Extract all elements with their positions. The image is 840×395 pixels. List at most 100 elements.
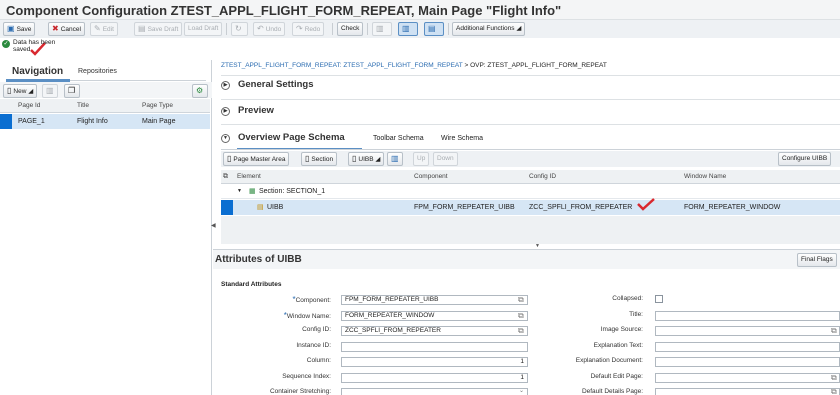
- table-row[interactable]: ▼ ▦ Section: SECTION_1: [221, 184, 840, 199]
- new-page-icon: ▯: [7, 86, 12, 95]
- column-header-element[interactable]: Element: [237, 173, 261, 180]
- default-edit-page-label: Default Edit Page:: [590, 373, 643, 380]
- section-icon: ▦: [249, 188, 256, 195]
- save-button[interactable]: ▣ Save: [3, 22, 36, 36]
- pencil-icon: ✎: [94, 24, 101, 33]
- toolbar-separator: [448, 23, 449, 35]
- content-area: ZTEST_APPL_FLIGHT_FORM_REPEAT: ZTEST_APP…: [213, 60, 840, 395]
- container-stretching-select[interactable]: [341, 388, 528, 395]
- split-view-button[interactable]: ▥: [398, 22, 418, 36]
- row-selector[interactable]: [221, 200, 233, 215]
- settings-icon: ⚙: [196, 86, 204, 95]
- draft-icon: ▤: [138, 24, 146, 33]
- sequence-index-field[interactable]: 1: [341, 373, 528, 383]
- toolbar-separator: [332, 23, 333, 35]
- schema-table-header: ⧉ Element Component Config ID Window Nam…: [221, 170, 840, 184]
- copy-icon: ❐: [68, 86, 76, 95]
- tab-wire-schema[interactable]: Wire Schema: [441, 135, 483, 142]
- move-down-button[interactable]: Down: [433, 152, 458, 166]
- message-text: Data has been saved: [13, 39, 56, 53]
- breadcrumb-link[interactable]: ZTEST_APPL_FLIGHT_FORM_REPEAT: ZTEST_APP…: [221, 62, 463, 69]
- configure-uibb-button[interactable]: Configure UIBB: [778, 152, 832, 166]
- uibb-icon: ▯: [352, 154, 357, 163]
- config-id-label: Config ID:: [302, 326, 331, 333]
- layout-icon: ▥: [376, 24, 384, 33]
- column-header-page-id[interactable]: Page Id: [18, 102, 40, 109]
- value-help-icon[interactable]: ⧉: [831, 373, 837, 383]
- delete-button[interactable]: ▥: [42, 84, 58, 98]
- page-master-area-button[interactable]: ▯ Page Master Area: [223, 152, 290, 166]
- delete-element-button[interactable]: ▥: [387, 152, 403, 166]
- component-field[interactable]: FPM_FORM_REPEATER_UIBB: [341, 295, 528, 305]
- new-button[interactable]: ▯ New ◢: [3, 84, 38, 98]
- image-source-field[interactable]: [655, 326, 840, 336]
- redo-button[interactable]: ↷ Redo: [292, 22, 325, 36]
- table-row[interactable]: PAGE_1 Flight Info Main Page: [0, 114, 210, 129]
- redo-icon: ↷: [296, 24, 303, 33]
- add-section-button[interactable]: ▯ Section: [301, 152, 338, 166]
- attributes-view-button[interactable]: ▤: [424, 22, 444, 36]
- move-up-button[interactable]: Up: [413, 152, 430, 166]
- explanation-text-field[interactable]: [655, 342, 840, 352]
- table-settings-icon[interactable]: ⧉: [223, 173, 228, 181]
- expand-icon: ▶: [221, 81, 230, 90]
- window-name-label: *Window Name:: [283, 311, 331, 320]
- column-header-title[interactable]: Title: [77, 102, 89, 109]
- copy-button[interactable]: ❐: [64, 84, 80, 98]
- collapsed-checkbox[interactable]: [655, 295, 663, 303]
- config-id-field[interactable]: ZCC_SPFLI_FROM_REPEATER: [341, 326, 528, 336]
- attributes-title: Attributes of UIBB: [215, 254, 302, 265]
- value-help-icon[interactable]: ⧉: [518, 295, 524, 305]
- load-draft-button[interactable]: Load Draft: [184, 22, 223, 36]
- title-field[interactable]: [655, 311, 840, 321]
- collapse-icon[interactable]: ▼: [237, 188, 242, 194]
- check-annotation-icon: [637, 198, 655, 211]
- window-name-field[interactable]: FORM_REPEATER_WINDOW: [341, 311, 528, 321]
- tab-repositories[interactable]: Repositories: [78, 68, 117, 75]
- value-help-icon[interactable]: ⧉: [831, 326, 837, 336]
- default-edit-page-field[interactable]: [655, 373, 840, 383]
- undo-button[interactable]: ↶ Undo: [253, 22, 286, 36]
- split-view-icon: ▥: [402, 24, 410, 33]
- layout-button[interactable]: ▥: [372, 22, 392, 36]
- edit-button[interactable]: ✎ Edit: [90, 22, 118, 36]
- sequence-index-label: Sequence Index:: [282, 373, 331, 380]
- final-flags-button[interactable]: Final Flags: [797, 253, 837, 267]
- value-help-icon[interactable]: ⧉: [518, 311, 524, 321]
- table-row[interactable]: ▤ UIBB FPM_FORM_REPEATER_UIBB ZCC_SPFLI_…: [221, 200, 840, 215]
- navigation-panel: Navigation Repositories ▯ New ◢ ▥ ❐ ⚙ Pag…: [0, 60, 212, 395]
- section-general-settings[interactable]: ▶ General Settings: [221, 79, 314, 97]
- column-header-window-name[interactable]: Window Name: [684, 173, 726, 180]
- cancel-button[interactable]: ✖ Cancel: [48, 22, 85, 36]
- personalize-button[interactable]: ⚙: [192, 84, 208, 98]
- refresh-button[interactable]: ↻: [231, 22, 248, 36]
- column-header-page-type[interactable]: Page Type: [142, 102, 173, 109]
- default-details-page-field[interactable]: [655, 388, 840, 395]
- divider: [221, 149, 840, 150]
- close-icon: ✖: [52, 24, 59, 33]
- success-icon: ✓: [2, 40, 10, 48]
- instance-id-field[interactable]: [341, 342, 528, 352]
- check-button[interactable]: Check: [337, 22, 364, 36]
- save-draft-button[interactable]: ▤ Save Draft: [134, 22, 183, 36]
- value-help-icon[interactable]: ⧉: [518, 326, 524, 336]
- explanation-document-field[interactable]: [655, 357, 840, 367]
- add-uibb-button[interactable]: ▯ UIBB ◢: [348, 152, 385, 166]
- dropdown-icon: ◢: [375, 156, 381, 163]
- section-preview[interactable]: ▶ Preview: [221, 105, 274, 123]
- instance-id-label: Instance ID:: [296, 342, 331, 349]
- value-help-icon[interactable]: ⧉: [831, 387, 837, 395]
- additional-functions-button[interactable]: Additional Functions ◢: [452, 22, 526, 36]
- undo-icon: ↶: [257, 24, 264, 33]
- toolbar-separator: [226, 23, 227, 35]
- tab-toolbar-schema[interactable]: Toolbar Schema: [373, 135, 424, 142]
- column-header-config-id[interactable]: Config ID: [529, 173, 556, 180]
- component-label: *Component:: [292, 295, 331, 304]
- tab-navigation[interactable]: Navigation: [12, 66, 63, 77]
- chevron-down-icon[interactable]: ⌄: [519, 387, 524, 394]
- row-selector[interactable]: [0, 114, 12, 129]
- column-field[interactable]: 1: [341, 357, 528, 367]
- nav-table-header: Page Id Title Page Type: [0, 99, 210, 113]
- column-header-component[interactable]: Component: [414, 173, 448, 180]
- title-label: Title:: [629, 311, 643, 318]
